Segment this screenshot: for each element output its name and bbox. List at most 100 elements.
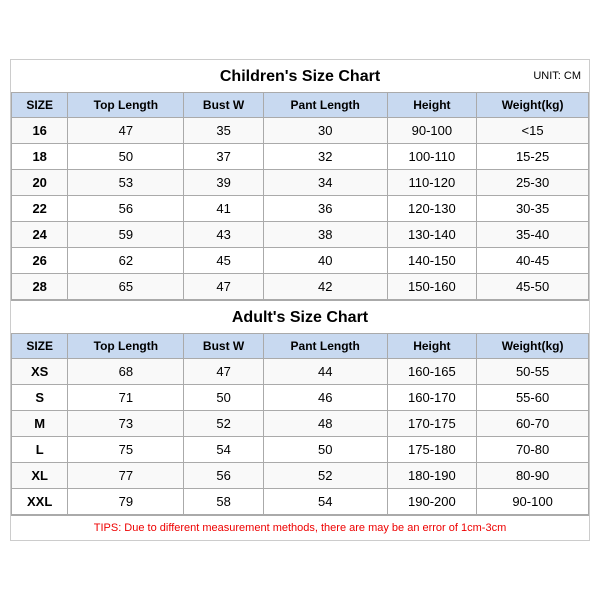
table-cell: 50 (68, 144, 184, 170)
table-cell: 20 (12, 170, 68, 196)
children-title-text: Children's Size Chart (220, 68, 380, 85)
tips-content: TIPS: Due to different measurement metho… (94, 522, 506, 534)
table-cell: 42 (263, 274, 387, 300)
table-cell: 28 (12, 274, 68, 300)
table-cell: 24 (12, 222, 68, 248)
table-cell: 56 (68, 196, 184, 222)
table-cell: 75 (68, 437, 184, 463)
table-row: XXL795854190-20090-100 (12, 489, 589, 515)
adult-header-cell: Top Length (68, 334, 184, 359)
table-cell: 190-200 (387, 489, 477, 515)
table-cell: 58 (184, 489, 264, 515)
table-cell: 54 (263, 489, 387, 515)
table-cell: 53 (68, 170, 184, 196)
table-cell: 18 (12, 144, 68, 170)
table-cell: 36 (263, 196, 387, 222)
table-row: 1647353090-100<15 (12, 118, 589, 144)
table-cell: 47 (184, 274, 264, 300)
table-cell: 47 (184, 359, 264, 385)
table-cell: 80-90 (477, 463, 589, 489)
table-cell: 30-35 (477, 196, 589, 222)
table-cell: 90-100 (477, 489, 589, 515)
table-row: L755450175-18070-80 (12, 437, 589, 463)
table-cell: 52 (263, 463, 387, 489)
children-header-cell: Top Length (68, 93, 184, 118)
table-cell: 120-130 (387, 196, 477, 222)
tips-text: TIPS: Due to different measurement metho… (11, 515, 589, 540)
chart-container: Children's Size Chart UNIT: CM SIZETop L… (10, 59, 590, 541)
table-cell: 110-120 (387, 170, 477, 196)
children-header-row: SIZETop LengthBust WPant LengthHeightWei… (12, 93, 589, 118)
table-cell: <15 (477, 118, 589, 144)
table-cell: S (12, 385, 68, 411)
adult-header-cell: Weight(kg) (477, 334, 589, 359)
adult-header-cell: Height (387, 334, 477, 359)
table-cell: 35 (184, 118, 264, 144)
table-row: XL775652180-19080-90 (12, 463, 589, 489)
table-cell: 22 (12, 196, 68, 222)
children-section: Children's Size Chart UNIT: CM SIZETop L… (11, 60, 589, 300)
table-cell: 54 (184, 437, 264, 463)
table-cell: 73 (68, 411, 184, 437)
children-title: Children's Size Chart UNIT: CM (11, 60, 589, 92)
table-cell: 32 (263, 144, 387, 170)
table-cell: 160-170 (387, 385, 477, 411)
children-header-cell: Height (387, 93, 477, 118)
table-cell: 30 (263, 118, 387, 144)
children-header-cell: Pant Length (263, 93, 387, 118)
table-cell: 62 (68, 248, 184, 274)
table-cell: 16 (12, 118, 68, 144)
table-cell: 71 (68, 385, 184, 411)
table-cell: 68 (68, 359, 184, 385)
table-cell: 26 (12, 248, 68, 274)
table-row: S715046160-17055-60 (12, 385, 589, 411)
table-cell: 39 (184, 170, 264, 196)
table-cell: 60-70 (477, 411, 589, 437)
table-cell: 100-110 (387, 144, 477, 170)
table-row: 28654742150-16045-50 (12, 274, 589, 300)
table-cell: XS (12, 359, 68, 385)
table-cell: 48 (263, 411, 387, 437)
table-row: 20533934110-12025-30 (12, 170, 589, 196)
adult-header-row: SIZETop LengthBust WPant LengthHeightWei… (12, 334, 589, 359)
table-cell: 45 (184, 248, 264, 274)
adult-header-cell: SIZE (12, 334, 68, 359)
table-cell: 140-150 (387, 248, 477, 274)
table-row: 24594338130-14035-40 (12, 222, 589, 248)
table-row: XS684744160-16550-55 (12, 359, 589, 385)
table-cell: 90-100 (387, 118, 477, 144)
table-cell: 130-140 (387, 222, 477, 248)
table-row: M735248170-17560-70 (12, 411, 589, 437)
table-row: 22564136120-13030-35 (12, 196, 589, 222)
table-cell: M (12, 411, 68, 437)
table-cell: 47 (68, 118, 184, 144)
table-cell: 44 (263, 359, 387, 385)
table-cell: 50-55 (477, 359, 589, 385)
table-cell: 15-25 (477, 144, 589, 170)
table-cell: 65 (68, 274, 184, 300)
children-header-cell: Bust W (184, 93, 264, 118)
table-cell: 50 (263, 437, 387, 463)
table-cell: XXL (12, 489, 68, 515)
unit-label: UNIT: CM (533, 70, 581, 82)
children-table: SIZETop LengthBust WPant LengthHeightWei… (11, 92, 589, 300)
table-cell: 52 (184, 411, 264, 437)
table-cell: 34 (263, 170, 387, 196)
table-cell: 40 (263, 248, 387, 274)
table-cell: 150-160 (387, 274, 477, 300)
adult-title-text: Adult's Size Chart (232, 309, 368, 326)
table-cell: 56 (184, 463, 264, 489)
children-header-cell: SIZE (12, 93, 68, 118)
table-cell: L (12, 437, 68, 463)
adult-table: SIZETop LengthBust WPant LengthHeightWei… (11, 333, 589, 515)
table-cell: 43 (184, 222, 264, 248)
table-cell: 180-190 (387, 463, 477, 489)
adult-header-cell: Pant Length (263, 334, 387, 359)
table-cell: 160-165 (387, 359, 477, 385)
table-cell: XL (12, 463, 68, 489)
table-cell: 59 (68, 222, 184, 248)
table-cell: 45-50 (477, 274, 589, 300)
table-cell: 175-180 (387, 437, 477, 463)
adult-header-cell: Bust W (184, 334, 264, 359)
table-cell: 38 (263, 222, 387, 248)
